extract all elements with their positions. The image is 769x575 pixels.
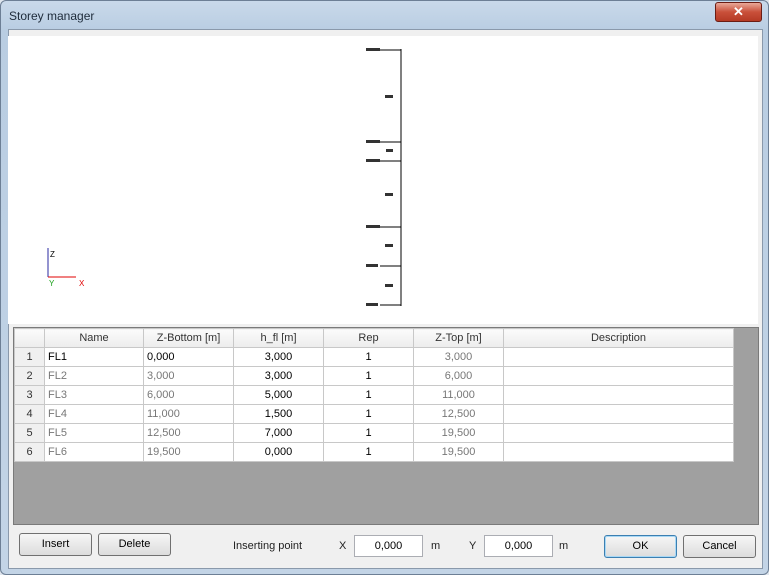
cell-zbottom[interactable]: 0,000: [143, 347, 234, 367]
cell-description[interactable]: [503, 347, 734, 367]
delete-button[interactable]: Delete: [98, 533, 171, 556]
row-number[interactable]: 3: [14, 385, 45, 405]
cell-ztop[interactable]: 3,000: [413, 347, 504, 367]
y-unit-label: m: [559, 540, 569, 552]
title-bar[interactable]: Storey manager ✕: [1, 1, 768, 31]
storey-table-area: Name Z-Bottom [m] h_fl [m] Rep Z-Top [m]…: [13, 327, 759, 525]
cell-name[interactable]: FL4: [44, 404, 144, 424]
x-axis-label: X: [79, 279, 85, 288]
cell-name[interactable]: FL6: [44, 442, 144, 462]
cell-hfl[interactable]: 5,000: [233, 385, 324, 405]
ok-button[interactable]: OK: [604, 535, 677, 558]
close-button[interactable]: ✕: [715, 2, 762, 22]
col-header-rownum: [14, 328, 45, 348]
cell-rep[interactable]: 1: [323, 423, 414, 443]
cell-zbottom[interactable]: 6,000: [143, 385, 234, 405]
x-unit-label: m: [431, 540, 441, 552]
cell-hfl[interactable]: 3,000: [233, 347, 324, 367]
cell-description[interactable]: [503, 404, 734, 424]
x-coord-input[interactable]: 0,000: [354, 535, 423, 557]
cell-name[interactable]: FL3: [44, 385, 144, 405]
col-header-zbottom[interactable]: Z-Bottom [m]: [143, 328, 234, 348]
cell-hfl[interactable]: 7,000: [233, 423, 324, 443]
col-header-description[interactable]: Description: [503, 328, 734, 348]
table-row[interactable]: 2 FL2 3,000 3,000 1 6,000: [14, 366, 734, 386]
cell-hfl[interactable]: 0,000: [233, 442, 324, 462]
cell-rep[interactable]: 1: [323, 366, 414, 386]
y-coord-label: Y: [469, 540, 477, 552]
table-row[interactable]: 4 FL4 11,000 1,500 1 12,500: [14, 404, 734, 424]
col-header-rep[interactable]: Rep: [323, 328, 414, 348]
cell-description[interactable]: [503, 442, 734, 462]
col-header-hfl[interactable]: h_fl [m]: [233, 328, 324, 348]
cell-ztop[interactable]: 6,000: [413, 366, 504, 386]
row-number[interactable]: 5: [14, 423, 45, 443]
row-number[interactable]: 2: [14, 366, 45, 386]
storey-preview-canvas: Z Y X: [8, 36, 758, 324]
cell-rep[interactable]: 1: [323, 442, 414, 462]
cancel-button[interactable]: Cancel: [683, 535, 756, 558]
table-row[interactable]: 3 FL3 6,000 5,000 1 11,000: [14, 385, 734, 405]
cell-ztop[interactable]: 12,500: [413, 404, 504, 424]
row-number[interactable]: 6: [14, 442, 45, 462]
cell-zbottom[interactable]: 11,000: [143, 404, 234, 424]
cell-description[interactable]: [503, 385, 734, 405]
col-header-name[interactable]: Name: [44, 328, 144, 348]
storey-table: Name Z-Bottom [m] h_fl [m] Rep Z-Top [m]…: [14, 328, 734, 462]
window-title: Storey manager: [9, 9, 95, 23]
cell-zbottom[interactable]: 12,500: [143, 423, 234, 443]
table-row[interactable]: 1 FL1 0,000 3,000 1 3,000: [14, 347, 734, 367]
cell-name[interactable]: FL2: [44, 366, 144, 386]
row-number[interactable]: 1: [14, 347, 45, 367]
cell-zbottom[interactable]: 3,000: [143, 366, 234, 386]
row-number[interactable]: 4: [14, 404, 45, 424]
table-header-row: Name Z-Bottom [m] h_fl [m] Rep Z-Top [m]…: [14, 328, 734, 348]
cell-hfl[interactable]: 1,500: [233, 404, 324, 424]
cell-rep[interactable]: 1: [323, 347, 414, 367]
storey-preview-svg: Z Y X: [47, 48, 402, 306]
y-axis-label: Y: [49, 279, 55, 288]
cell-hfl[interactable]: 3,000: [233, 366, 324, 386]
table-row[interactable]: 6 FL6 19,500 0,000 1 19,500: [14, 442, 734, 462]
cell-ztop[interactable]: 19,500: [413, 423, 504, 443]
cell-name[interactable]: FL1: [44, 347, 144, 367]
level-label-marks: [366, 48, 393, 306]
cell-rep[interactable]: 1: [323, 385, 414, 405]
cell-zbottom[interactable]: 19,500: [143, 442, 234, 462]
cell-ztop[interactable]: 11,000: [413, 385, 504, 405]
cell-description[interactable]: [503, 366, 734, 386]
cell-description[interactable]: [503, 423, 734, 443]
cell-rep[interactable]: 1: [323, 404, 414, 424]
cell-ztop[interactable]: 19,500: [413, 442, 504, 462]
x-coord-label: X: [339, 540, 347, 552]
cell-name[interactable]: FL5: [44, 423, 144, 443]
y-coord-input[interactable]: 0,000: [484, 535, 553, 557]
table-row[interactable]: 5 FL5 12,500 7,000 1 19,500: [14, 423, 734, 443]
inserting-point-label: Inserting point: [233, 540, 303, 552]
z-axis-label: Z: [50, 250, 55, 259]
col-header-ztop[interactable]: Z-Top [m]: [413, 328, 504, 348]
insert-button[interactable]: Insert: [19, 533, 92, 556]
